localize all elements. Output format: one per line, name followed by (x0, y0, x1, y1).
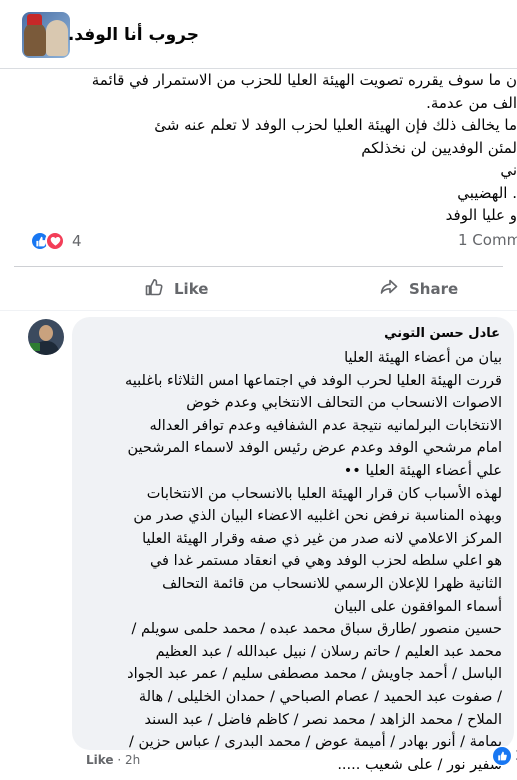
share-label: Share (409, 280, 459, 298)
comment-line: وبهذه المناسبة نرفض نحن اغلبيه الاعضاء ا… (133, 508, 502, 525)
comment-line: حسين منصور /طارق سباق محمد عبده / محمد ح… (131, 621, 502, 638)
comment-line: أسماء الموافقون على البيان (333, 598, 502, 615)
post-line: لمئن الوفديين لن نخذلكم (361, 138, 517, 157)
group-header: جروب أنا الوفد. (0, 0, 517, 69)
post-line: الف من عدمة. (426, 93, 517, 112)
comment-line: امام مرشحي الوفد وعدم عرض رئيس الوفد لاس… (127, 440, 502, 457)
comment-line: المركز الاعلامي لانه صدر من غير ذي صفه و… (142, 530, 502, 547)
comment-line: الملاح / محمد الزاهد / محمد نصر / كاظم ف… (144, 711, 502, 728)
like-label: Like (174, 280, 209, 298)
post-body: ن ما سوف يقرره تصويت الهيئة العليا للحزب… (0, 69, 517, 227)
comment-reactions[interactable]: 3 (487, 746, 517, 766)
comment-line: بيان من أعضاء الهيئة العليا (344, 350, 502, 366)
like-button[interactable]: Like (144, 271, 208, 307)
comment-line: الانتخابات البرلمانيه نتيجة عدم الشفافيه… (149, 417, 502, 434)
comment-meta: Like · 2h (86, 753, 141, 767)
post-line: و عليا الوفد (445, 206, 517, 224)
comment-line: / صفوت عبد الحميد / عصام الصباحي / حمدان… (138, 688, 502, 705)
comments-section: عادل حسن التوني بيان من أعضاء الهيئة الع… (0, 311, 517, 780)
comment-line: لهذه الأسباب كان قرار الهيئة العليا بالا… (146, 485, 502, 502)
comment-line: الثانية ظهرا للإعلان الرسمي للانسحاب من … (162, 575, 502, 592)
comment-line: يمامة / أنور بهادر / أميمة عوض / محمد ال… (129, 734, 502, 751)
like-reaction-icon (493, 747, 511, 765)
group-avatar[interactable] (22, 12, 70, 58)
reaction-count: 4 (72, 232, 82, 250)
comment-author[interactable]: عادل حسن التوني (384, 326, 500, 341)
comment-bubble: عادل حسن التوني بيان من أعضاء الهيئة الع… (72, 317, 514, 773)
post-action-bar: Like Share (14, 266, 503, 307)
love-reaction-icon (45, 231, 65, 251)
comment-like-link[interactable]: Like (86, 753, 114, 767)
group-title[interactable]: جروب أنا الوفد. (68, 25, 199, 45)
post-line: ني (500, 161, 517, 179)
post-card: ن ما سوف يقرره تصويت الهيئة العليا للحزب… (0, 69, 517, 310)
post-line: ن ما سوف يقرره تصويت الهيئة العليا للحزب… (91, 71, 517, 89)
post-reactions[interactable]: 4 (30, 231, 82, 251)
comment-text: بيان من أعضاء الهيئة العليا قررت الهيئة … (72, 347, 502, 776)
comment-line: قررت الهيئة العليا لحرب الوفد في اجتماعه… (125, 372, 502, 389)
comment-line: محمد عبد العليم / حاتم رسلان / نبيل عبدا… (155, 643, 502, 660)
comment-line: الاصوات الانسحاب من التحالف الانتخابي وع… (186, 395, 502, 412)
comment-timestamp[interactable]: 2h (125, 753, 140, 767)
share-button[interactable]: Share (379, 271, 458, 307)
comments-count[interactable]: 1 Comm (458, 231, 517, 249)
comment-line: علي أعضاء الهيئة العليا •• (343, 462, 502, 479)
commenter-avatar[interactable] (28, 319, 64, 355)
comment-line: الباسل / أحمد جاويش / محمد مصطفى سليم / … (127, 666, 502, 683)
share-arrow-icon (379, 277, 399, 301)
post-line: ما يخالف ذلك فإن الهيئة العليا لحزب الوف… (154, 116, 517, 134)
post-line: . الهضيبي (457, 183, 517, 202)
thumbs-up-icon (144, 277, 164, 301)
comment-line: هو اعلي سلطه لحزب الوفد وهي في انعقاد مس… (149, 553, 502, 570)
